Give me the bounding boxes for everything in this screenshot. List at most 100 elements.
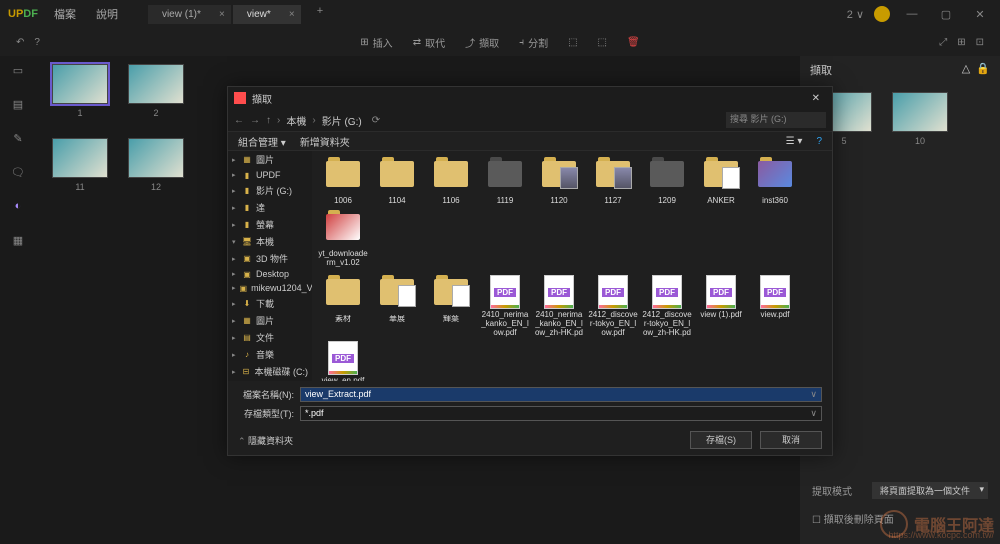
file-item[interactable]: PDFview.pdf bbox=[750, 275, 800, 337]
folder-item[interactable]: 1006 bbox=[318, 157, 368, 206]
help-button[interactable]: ? bbox=[816, 136, 822, 147]
lock-icon[interactable]: 🔒 bbox=[976, 63, 990, 75]
tree-item[interactable]: ▸▦圖片 bbox=[228, 312, 312, 329]
filename-input[interactable]: view_Extract.pdf∨ bbox=[300, 387, 822, 402]
view-icon-3[interactable]: ⊡ bbox=[976, 37, 984, 48]
tree-item[interactable]: ▾🖥本機 bbox=[228, 233, 312, 250]
file-item[interactable]: PDF2412_discover-tokyo_EN_low_zh-HK.pdf bbox=[642, 275, 692, 337]
folder-item[interactable]: 1104 bbox=[372, 157, 422, 206]
sidebar-tool-3[interactable]: ✎ bbox=[10, 132, 26, 148]
tree-item[interactable]: ▸▤文件 bbox=[228, 329, 312, 346]
tree-item[interactable]: ▸▣3D 物件 bbox=[228, 250, 312, 267]
menu-help[interactable]: 說明 bbox=[96, 6, 118, 22]
sidebar-tool-2[interactable]: ▤ bbox=[10, 98, 26, 114]
nav-fwd-button[interactable]: → bbox=[250, 115, 260, 126]
mode-select[interactable]: 將頁面提取為一個文件 bbox=[872, 482, 988, 499]
file-grid: 1006110411061119112011271209ANKERinst360… bbox=[312, 151, 832, 381]
folder-item[interactable]: 1106 bbox=[426, 157, 476, 206]
minimize-button[interactable]: — bbox=[900, 8, 924, 20]
tool-icon-2[interactable]: ⬚ bbox=[598, 37, 607, 48]
share-icon[interactable]: △ bbox=[962, 63, 970, 75]
tool-icon-1[interactable]: ⬚ bbox=[568, 37, 577, 48]
view-icon-1[interactable]: ⤢ bbox=[939, 37, 947, 48]
page-thumb[interactable]: 11 bbox=[52, 138, 108, 192]
cancel-button[interactable]: 取消 bbox=[760, 431, 822, 449]
filename-label: 檔案名稱(N): bbox=[238, 388, 294, 401]
delete-button[interactable]: 🗑 bbox=[627, 37, 640, 48]
sidebar-tool-5[interactable]: ◐ bbox=[10, 200, 26, 216]
split-button[interactable]: ⫞ 分割 bbox=[519, 35, 548, 50]
menu-file[interactable]: 檔案 bbox=[54, 6, 76, 22]
sidebar-tool-6[interactable]: ▦ bbox=[10, 234, 26, 250]
maximize-button[interactable]: ▢ bbox=[934, 8, 958, 21]
breadcrumb-root[interactable]: 本機 bbox=[286, 113, 306, 128]
filetype-label: 存檔類型(T): bbox=[238, 407, 294, 420]
tab-view[interactable]: view*× bbox=[233, 5, 301, 24]
tree-item[interactable]: ▸♪音樂 bbox=[228, 346, 312, 363]
page-thumb[interactable]: 12 bbox=[128, 138, 184, 192]
watermark: 電腦王阿達 https://www.kocpc.com.tw/ bbox=[880, 510, 994, 538]
extract-button[interactable]: ⤴ 擷取 bbox=[465, 35, 499, 50]
nav-up-button[interactable]: ↑ bbox=[266, 115, 271, 126]
view-mode-button[interactable]: ☰ ▾ bbox=[786, 136, 803, 147]
version-label[interactable]: 2 ∨ bbox=[847, 8, 864, 21]
replace-button[interactable]: ⇄ 取代 bbox=[413, 35, 445, 50]
sidebar-left: ▭ ▤ ✎ 🗨 ◐ ▦ bbox=[0, 56, 36, 544]
page-thumb[interactable]: 1 bbox=[52, 64, 108, 118]
tab-add-button[interactable]: + bbox=[311, 5, 329, 24]
organize-button[interactable]: 組合管理 ▾ bbox=[238, 134, 286, 149]
folder-item[interactable]: ANKER bbox=[696, 157, 746, 206]
folder-item[interactable]: inst360 bbox=[750, 157, 800, 206]
close-icon[interactable]: × bbox=[219, 9, 225, 20]
tree-item[interactable]: ▸▮影片 (G:) bbox=[228, 182, 312, 199]
folder-item[interactable]: yt_downloaderm_v1.02 bbox=[318, 210, 368, 268]
help-icon[interactable]: ? bbox=[34, 37, 40, 48]
folder-item[interactable]: 1119 bbox=[480, 157, 530, 206]
folder-item[interactable]: 1127 bbox=[588, 157, 638, 206]
folder-tree[interactable]: ▸▦圖片▸▮UPDF▸▮影片 (G:)▸▮達▸▮螢幕▾🖥本機▸▣3D 物件▸▣D… bbox=[228, 151, 312, 381]
dialog-toolbar: 組合管理 ▾ 新增資料夾 ☰ ▾ ? bbox=[228, 131, 832, 151]
page-thumb[interactable]: 10 bbox=[892, 92, 948, 146]
hide-folders-toggle[interactable]: 隱藏資料夾 bbox=[238, 434, 293, 447]
tree-item[interactable]: ▸▣mikewu1204_V bbox=[228, 281, 312, 295]
close-button[interactable]: ✕ bbox=[968, 8, 992, 21]
file-item[interactable]: PDF2410_nerima_kanko_EN_low.pdf bbox=[480, 275, 530, 337]
mode-label: 提取模式 bbox=[812, 483, 852, 498]
undo-icon[interactable]: ↶ bbox=[16, 37, 24, 48]
folder-item[interactable]: 1120 bbox=[534, 157, 584, 206]
nav-back-button[interactable]: ← bbox=[234, 115, 244, 126]
tree-item[interactable]: ▸⬇下載 bbox=[228, 295, 312, 312]
avatar[interactable] bbox=[874, 6, 890, 22]
page-thumb[interactable]: 2 bbox=[128, 64, 184, 118]
tree-item[interactable]: ▸⊟本機磁碟 (C:) bbox=[228, 363, 312, 380]
file-item[interactable]: PDF2412_discover-tokyo_EN_low.pdf bbox=[588, 275, 638, 337]
tree-item[interactable]: ▸▦圖片 bbox=[228, 151, 312, 168]
sidebar-tool-1[interactable]: ▭ bbox=[10, 64, 26, 80]
sidebar-tool-4[interactable]: 🗨 bbox=[10, 166, 26, 182]
folder-item[interactable]: 華展 bbox=[372, 275, 422, 337]
tree-item[interactable]: ▸▮達 bbox=[228, 199, 312, 216]
folder-item[interactable]: 1209 bbox=[642, 157, 692, 206]
tab-view1[interactable]: view (1)*× bbox=[148, 5, 231, 24]
view-icon-2[interactable]: ⊞ bbox=[957, 37, 965, 48]
file-item[interactable]: PDFview (1).pdf bbox=[696, 275, 746, 337]
tree-item[interactable]: ▸▣Desktop bbox=[228, 267, 312, 281]
tree-item[interactable]: ▸▮UPDF bbox=[228, 168, 312, 182]
filetype-select[interactable]: *.pdf∨ bbox=[300, 406, 822, 421]
save-button[interactable]: 存檔(S) bbox=[690, 431, 752, 449]
folder-item[interactable]: 素材 bbox=[318, 275, 368, 337]
close-icon[interactable]: × bbox=[289, 9, 295, 20]
new-folder-button[interactable]: 新增資料夾 bbox=[300, 134, 350, 149]
file-item[interactable]: PDFview_en.pdf bbox=[318, 341, 368, 381]
menu-bar: 檔案 說明 bbox=[54, 6, 118, 22]
left-thumb-panel: 121112 bbox=[36, 56, 246, 544]
file-item[interactable]: PDF2410_nerima_kanko_EN_low_zh-HK.pdf bbox=[534, 275, 584, 337]
breadcrumb-current[interactable]: 影片 (G:) bbox=[322, 113, 362, 128]
refresh-button[interactable]: ⟳ bbox=[372, 115, 380, 126]
search-input[interactable]: 搜尋 影片 (G:) bbox=[726, 112, 826, 128]
right-panel-header: 擷取 △ 🔒 bbox=[800, 56, 1000, 84]
dialog-close-button[interactable]: ✕ bbox=[806, 93, 826, 104]
tree-item[interactable]: ▸▮螢幕 bbox=[228, 216, 312, 233]
insert-button[interactable]: ⊞ 插入 bbox=[360, 35, 392, 50]
folder-item[interactable]: 輝葉 bbox=[426, 275, 476, 337]
